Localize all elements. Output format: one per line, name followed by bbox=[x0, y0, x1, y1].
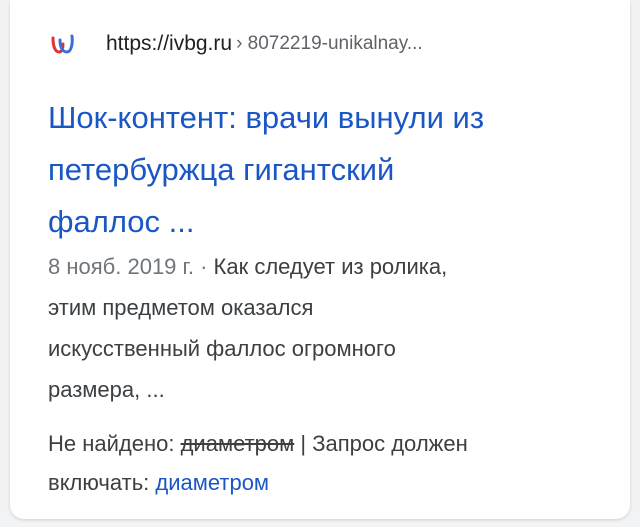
missing-label: Не найдено: bbox=[48, 431, 181, 456]
result-source[interactable]: https://ivbg.ru › 8072219-unikalnay... bbox=[50, 26, 423, 62]
snippet-text: Как следует из ролика, bbox=[213, 254, 448, 279]
result-title-link[interactable]: Шок-контент: врачи вынули из петербуржца… bbox=[48, 92, 608, 248]
result-date: 8 нояб. 2019 г. bbox=[48, 254, 194, 279]
snippet-line: этим предметом оказался bbox=[48, 295, 314, 320]
snippet-line: размера, ... bbox=[48, 377, 165, 402]
url-domain: https://ivbg.ru bbox=[106, 32, 233, 55]
title-line: Шок-контент: врачи вынули из bbox=[48, 100, 485, 135]
url-breadcrumb: › 8072219-unikalnay... bbox=[236, 33, 423, 54]
date-separator: · bbox=[193, 254, 214, 279]
missing-term: диаметром bbox=[180, 431, 295, 456]
must-include-text: | Запрос должен bbox=[294, 431, 468, 456]
search-result-card: https://ivbg.ru › 8072219-unikalnay... Ш… bbox=[10, 0, 630, 519]
title-line: петербуржца гигантский bbox=[48, 152, 395, 187]
must-include-line: включать: диаметром bbox=[48, 463, 628, 502]
title-line: фаллос ... bbox=[48, 204, 195, 239]
result-snippet: 8 нояб. 2019 г. · Как следует из ролика,… bbox=[48, 246, 618, 410]
snippet-line: 8 нояб. 2019 г. · Как следует из ролика, bbox=[48, 246, 618, 287]
must-include-label: включать: bbox=[48, 470, 156, 495]
missing-terms: Не найдено: диаметром | Запрос должен вк… bbox=[48, 424, 628, 502]
snippet-line: искусственный фаллос огромного bbox=[48, 336, 396, 361]
ivbg-logo-icon bbox=[50, 31, 76, 57]
missing-terms-line: Не найдено: диаметром | Запрос должен bbox=[48, 424, 628, 463]
must-include-link[interactable]: диаметром bbox=[155, 470, 269, 495]
